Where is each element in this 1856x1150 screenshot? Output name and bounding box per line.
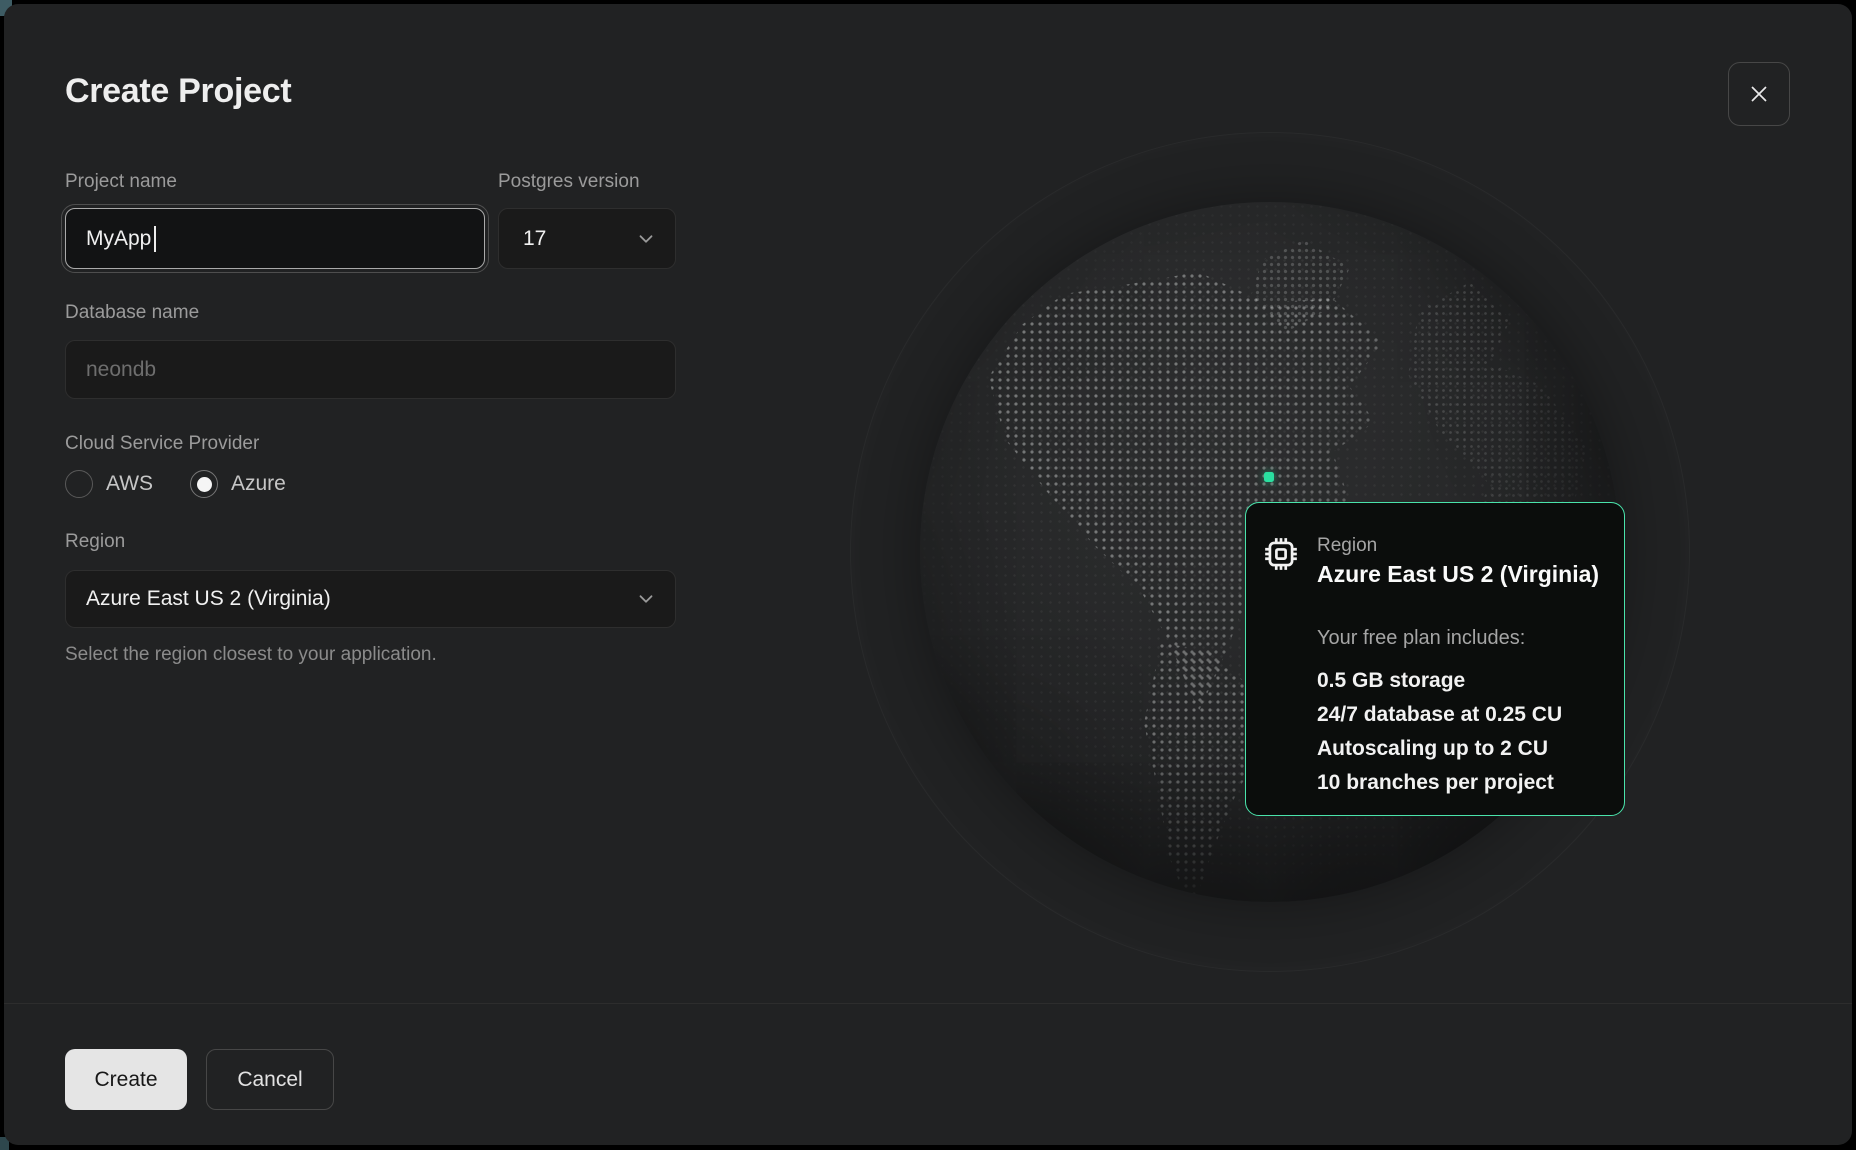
radio-checked-icon bbox=[190, 470, 218, 498]
radio-label-azure: Azure bbox=[231, 472, 286, 496]
region-helper-text: Select the region closest to your applic… bbox=[65, 643, 437, 667]
region-select[interactable]: Azure East US 2 (Virginia) bbox=[65, 570, 676, 628]
region-value: Azure East US 2 (Virginia) bbox=[86, 587, 331, 611]
radio-dot bbox=[197, 477, 212, 492]
footer-divider bbox=[4, 1003, 1852, 1004]
database-name-label: Database name bbox=[65, 301, 199, 325]
postgres-version-label: Postgres version bbox=[498, 170, 640, 194]
create-button[interactable]: Create bbox=[65, 1049, 187, 1110]
chevron-down-icon bbox=[635, 228, 657, 250]
region-marker-dot bbox=[1264, 472, 1274, 482]
plan-feature: 24/7 database at 0.25 CU bbox=[1317, 698, 1602, 732]
close-button[interactable] bbox=[1728, 62, 1790, 126]
radio-option-aws[interactable]: AWS bbox=[65, 470, 153, 498]
radio-label-aws: AWS bbox=[106, 472, 153, 496]
database-name-input[interactable] bbox=[65, 340, 676, 399]
region-card-name: Azure East US 2 (Virginia) bbox=[1317, 558, 1599, 591]
create-project-dialog: Create Project Project name Postgres ver… bbox=[4, 4, 1852, 1145]
plan-intro-text: Your free plan includes: bbox=[1317, 625, 1602, 651]
plan-feature: 0.5 GB storage bbox=[1317, 664, 1602, 698]
dialog-title: Create Project bbox=[65, 70, 291, 112]
chevron-down-icon bbox=[635, 588, 657, 610]
project-name-value: MyApp bbox=[86, 227, 151, 251]
cpu-icon bbox=[1262, 535, 1300, 573]
cloud-provider-label: Cloud Service Provider bbox=[65, 432, 259, 456]
postgres-version-select[interactable]: 17 bbox=[498, 208, 676, 269]
cancel-button[interactable]: Cancel bbox=[206, 1049, 334, 1110]
region-card-eyebrow: Region bbox=[1317, 533, 1599, 558]
postgres-version-value: 17 bbox=[523, 227, 546, 251]
project-name-input[interactable]: MyApp bbox=[65, 208, 485, 269]
region-card-header: Region Azure East US 2 (Virginia) bbox=[1262, 533, 1602, 591]
page-background: Create Project Project name Postgres ver… bbox=[0, 0, 1856, 1150]
radio-unchecked-icon bbox=[65, 470, 93, 498]
radio-option-azure[interactable]: Azure bbox=[190, 470, 286, 498]
project-name-label: Project name bbox=[65, 170, 177, 194]
close-icon bbox=[1744, 79, 1774, 109]
plan-feature: Autoscaling up to 2 CU bbox=[1317, 732, 1602, 766]
plan-feature-list: 0.5 GB storage 24/7 database at 0.25 CU … bbox=[1317, 664, 1602, 800]
region-tooltip-card: Region Azure East US 2 (Virginia) Your f… bbox=[1245, 502, 1625, 816]
region-label: Region bbox=[65, 530, 125, 554]
text-cursor bbox=[154, 226, 156, 252]
plan-feature: 10 branches per project bbox=[1317, 766, 1602, 800]
